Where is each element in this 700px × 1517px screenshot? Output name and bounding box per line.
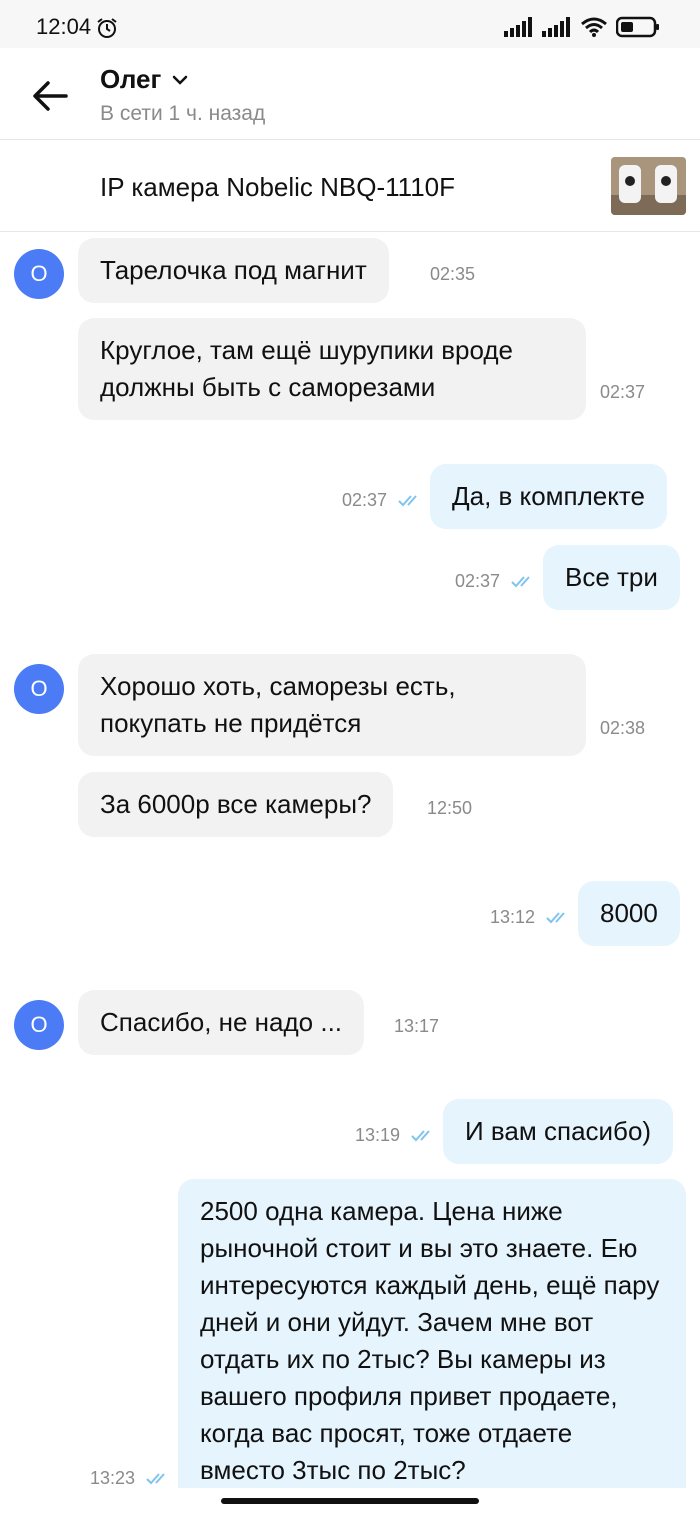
chat-header: Олег В сети 1 ч. назад: [0, 48, 700, 140]
avatar[interactable]: О: [14, 249, 64, 299]
read-ticks-icon: [511, 576, 530, 588]
message-time: 02:37: [342, 490, 388, 510]
message-text: Спасибо, не надо ...: [100, 1007, 343, 1037]
navigation-bar: [0, 1488, 700, 1517]
message-text: Хорошо хоть, саморезы есть, покупать не …: [100, 671, 456, 738]
read-ticks-icon: [146, 1473, 165, 1485]
contact-status: В сети 1 ч. назад: [100, 102, 266, 125]
read-ticks-icon: [546, 912, 565, 924]
message-time: 12:50: [427, 798, 473, 818]
home-indicator[interactable]: [221, 1498, 479, 1504]
read-ticks-icon: [411, 1130, 430, 1142]
listing-thumbnail[interactable]: [611, 157, 686, 215]
avatar-letter: О: [30, 676, 48, 701]
wifi-icon: [581, 17, 607, 37]
avatar-letter: О: [30, 261, 48, 286]
message-text: Все три: [565, 562, 658, 592]
message-time: 02:37: [455, 571, 501, 591]
message-time: 02:38: [600, 718, 646, 738]
signal-icon: [504, 17, 532, 37]
avatar[interactable]: О: [14, 664, 64, 714]
message-outgoing[interactable]: И вам спасибо): [443, 1099, 674, 1164]
listing-title[interactable]: IP камера Nobelic NBQ-1110F: [100, 172, 455, 203]
message-outgoing[interactable]: Да, в комплекте: [430, 464, 668, 529]
message-incoming[interactable]: Хорошо хоть, саморезы есть, покупать не …: [78, 654, 586, 756]
message-list[interactable]: О Тарелочка под магнит 02:35 Круглое, та…: [0, 232, 700, 1488]
avatar-letter: О: [30, 1012, 48, 1037]
chevron-down-icon[interactable]: [172, 74, 188, 86]
camera-product-image: [611, 157, 686, 215]
message-text: Да, в комплекте: [452, 481, 646, 511]
message-outgoing[interactable]: Все три: [543, 545, 680, 610]
message-incoming[interactable]: Тарелочка под магнит: [78, 238, 389, 303]
back-arrow-icon[interactable]: [30, 78, 70, 114]
message-time: 02:37: [600, 382, 646, 402]
battery-icon: [616, 16, 659, 38]
status-time: 12:04: [36, 14, 92, 39]
message-time: 13:17: [394, 1016, 440, 1036]
message-time: 02:35: [430, 264, 476, 284]
listing-banner[interactable]: IP камера Nobelic NBQ-1110F: [0, 140, 700, 232]
message-text: Тарелочка под магнит: [100, 255, 367, 285]
read-ticks-icon: [398, 495, 417, 507]
status-icons: [504, 16, 660, 38]
signal-icon: [542, 17, 570, 37]
contact-name[interactable]: Олег: [100, 64, 161, 95]
message-incoming[interactable]: За 6000р все камеры?: [78, 772, 394, 837]
message-text: За 6000р все камеры?: [100, 789, 372, 819]
message-incoming[interactable]: Спасибо, не надо ...: [78, 990, 365, 1055]
avatar[interactable]: О: [14, 1000, 64, 1050]
message-text: 2500 одна камера. Цена ниже рыночной сто…: [200, 1196, 660, 1485]
alarm-icon: [97, 18, 117, 38]
message-time: 13:19: [355, 1125, 401, 1145]
message-time: 13:12: [490, 907, 536, 927]
status-bar: 12:04: [0, 0, 700, 48]
message-text: И вам спасибо): [465, 1116, 652, 1146]
message-incoming[interactable]: Круглое, там ещё шурупики вроде должны б…: [78, 318, 586, 420]
message-time: 13:23: [90, 1468, 136, 1488]
message-outgoing[interactable]: 8000: [578, 881, 680, 946]
message-outgoing[interactable]: 2500 одна камера. Цена ниже рыночной сто…: [178, 1179, 686, 1488]
message-text: Круглое, там ещё шурупики вроде должны б…: [100, 335, 514, 402]
message-text: 8000: [600, 898, 658, 928]
